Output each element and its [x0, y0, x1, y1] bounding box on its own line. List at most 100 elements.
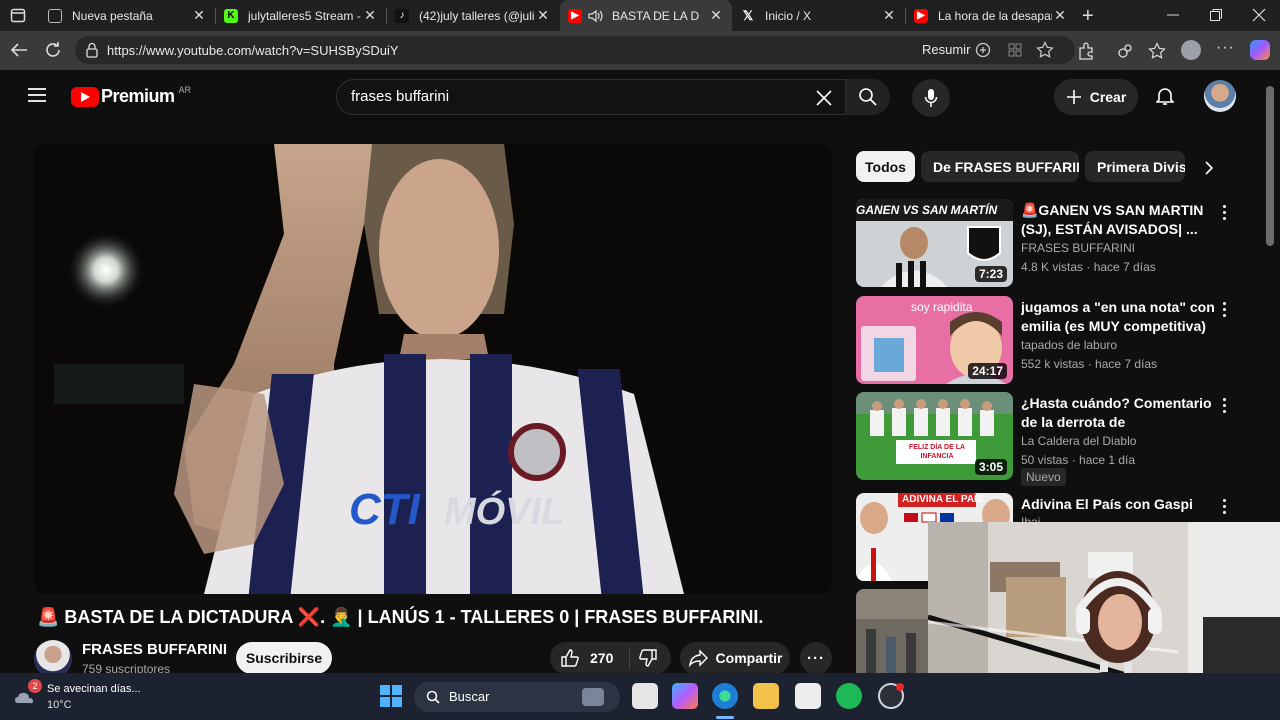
search-query[interactable]: frases buffarini [351, 88, 449, 105]
thumbnail-text: soy rapidita [911, 300, 973, 314]
tab-title: BASTA DE LA D [612, 8, 700, 23]
close-tab-icon[interactable]: ✕ [535, 7, 551, 24]
video-thumbnail[interactable]: GANEN VS SAN MARTÍN 7:23 [856, 199, 1013, 287]
address-bar[interactable]: https://www.youtube.com/watch?v=SUHSBySD… [75, 36, 1075, 64]
profile-avatar[interactable] [1181, 40, 1201, 60]
recommendation-item[interactable]: soy rapidita 24:17 jugamos a "en una not… [856, 296, 1276, 386]
favorite-star-icon[interactable] [1036, 41, 1054, 59]
windows-start-icon[interactable] [380, 685, 402, 707]
resumir-button[interactable]: Resumir [922, 42, 970, 57]
video-title[interactable]: Adivina El País con Gaspi [1021, 495, 1216, 514]
menu-icon[interactable] [28, 88, 46, 102]
video-title: 🚨 BASTA DE LA DICTADURA ❌. 🤦‍♂️ | LANÚS … [37, 607, 764, 627]
url-text[interactable]: https://www.youtube.com/watch?v=SUHSBySD… [107, 43, 399, 58]
channel-avatar[interactable] [34, 640, 72, 673]
more-actions-icon[interactable] [1216, 497, 1232, 515]
task-view-icon[interactable] [632, 683, 658, 709]
chevron-right-icon[interactable] [1204, 161, 1214, 175]
more-menu-icon[interactable]: ··· [1216, 39, 1235, 57]
subscriber-count: 759 suscriptores [82, 662, 171, 673]
close-tab-icon[interactable]: ✕ [362, 7, 378, 24]
tab-title: Nueva pestaña [72, 8, 153, 23]
taskbar-search[interactable]: Buscar [414, 682, 620, 712]
channel-name[interactable]: FRASES BUFFARINI [82, 641, 227, 658]
like-button[interactable]: 270 [550, 647, 630, 669]
weather-badge: 2 [28, 679, 42, 693]
account-avatar[interactable] [1204, 80, 1236, 112]
subscribe-button[interactable]: Suscribirse [236, 642, 332, 673]
video-player[interactable]: CTI MÓVIL [34, 144, 832, 594]
new-tab-button[interactable]: + [1082, 5, 1094, 28]
chip-primera-division[interactable]: Primera Divisi [1085, 151, 1185, 182]
summarize-icon[interactable] [975, 42, 991, 58]
duration-badge: 3:05 [974, 459, 1007, 475]
minimize-button[interactable] [1166, 6, 1180, 24]
active-app-indicator [716, 716, 734, 719]
video-title[interactable]: 🚨GANEN VS SAN MARTIN (SJ), ESTÁN AVISADO… [1021, 201, 1216, 239]
create-button[interactable]: Crear [1054, 79, 1138, 115]
maximize-button[interactable] [1209, 8, 1223, 22]
browser-essentials-icon[interactable] [1117, 43, 1133, 59]
more-actions-icon[interactable] [1216, 300, 1232, 318]
page-scrollbar-thumb[interactable] [1266, 86, 1274, 246]
speaker-icon[interactable] [588, 9, 604, 23]
search-input[interactable]: frases buffarini [336, 79, 846, 115]
back-arrow-icon[interactable] [10, 42, 28, 58]
copilot-icon[interactable] [1250, 40, 1270, 60]
collections-icon[interactable] [1148, 42, 1166, 60]
copilot-taskbar-icon[interactable] [672, 683, 698, 709]
clear-search-icon[interactable] [815, 89, 833, 107]
close-tab-icon[interactable]: ✕ [1052, 7, 1068, 24]
close-tab-icon[interactable]: ✕ [881, 7, 897, 24]
close-tab-icon[interactable]: ✕ [708, 7, 724, 24]
tab-x-inicio[interactable]: 𝕏 Inicio / X ✕ [733, 0, 905, 31]
apps-icon[interactable] [1007, 42, 1023, 58]
voice-search-button[interactable] [912, 79, 950, 117]
tab-tiktok[interactable]: ♪ (42)july talleres (@juli ✕ [387, 0, 559, 31]
spotify-icon[interactable] [836, 683, 862, 709]
channel-name[interactable]: tapados de laburo [1021, 338, 1117, 352]
microsoft-store-icon[interactable] [795, 683, 821, 709]
close-window-button[interactable] [1252, 8, 1266, 22]
recommendation-item[interactable]: GANEN VS SAN MARTÍN 7:23 🚨GANEN VS SAN M… [856, 199, 1276, 289]
new-tab-icon [48, 8, 62, 23]
channel-name[interactable]: FRASES BUFFARINI [1021, 241, 1135, 255]
video-meta: 552 k vistas · hace 7 días [1021, 357, 1158, 371]
more-actions-icon[interactable] [1216, 203, 1232, 221]
file-explorer-icon[interactable] [753, 683, 779, 709]
chip-channel[interactable]: De FRASES BUFFARINI [921, 151, 1079, 182]
chip-todos[interactable]: Todos [856, 151, 915, 182]
tab-youtube-active[interactable]: ▶ BASTA DE LA D ✕ [560, 0, 732, 31]
site-info-icon[interactable] [85, 42, 99, 58]
thumbs-down-icon [639, 649, 657, 667]
duration-badge: 24:17 [968, 363, 1007, 379]
tab-nueva-pestana[interactable]: Nueva pestaña ✕ [40, 0, 215, 31]
tab-youtube-2[interactable]: ▶ La hora de la desaparic ✕ [906, 0, 1076, 31]
tab-actions-icon[interactable] [10, 8, 26, 23]
recommendation-item[interactable]: FELIZ DÍA DE LA INFANCIA 3:05 ¿Hasta cuá… [856, 392, 1276, 486]
tab-title: La hora de la desaparic [938, 8, 1052, 23]
more-actions-button[interactable]: ··· [800, 642, 832, 673]
video-thumbnail[interactable] [856, 589, 928, 673]
weather-widget[interactable]: 2 [14, 679, 42, 707]
video-frame[interactable]: CTI MÓVIL [34, 144, 832, 594]
svg-text:CTI: CTI [349, 485, 421, 534]
dislike-button[interactable] [630, 648, 658, 668]
weather-text[interactable]: Se avecinan días... [47, 683, 141, 695]
search-button[interactable] [846, 79, 890, 115]
share-button[interactable]: Compartir [680, 642, 790, 673]
edge-browser-icon[interactable] [712, 683, 738, 709]
channel-name[interactable]: La Caldera del Diablo [1021, 434, 1136, 448]
close-tab-icon[interactable]: ✕ [191, 7, 207, 24]
video-thumbnail[interactable]: soy rapidita 24:17 [856, 296, 1013, 384]
reload-icon[interactable] [44, 41, 62, 59]
video-thumbnail[interactable]: FELIZ DÍA DE LA INFANCIA 3:05 [856, 392, 1013, 480]
video-title[interactable]: jugamos a "en una nota" con emilia (es M… [1021, 298, 1216, 336]
more-actions-icon[interactable] [1216, 396, 1232, 414]
extensions-icon[interactable] [1077, 42, 1095, 60]
tab-kick-stream[interactable]: K julytalleres5 Stream - V ✕ [216, 0, 386, 31]
notifications-bell-icon[interactable] [1156, 86, 1174, 106]
youtube-logo[interactable]: Premium AR [71, 85, 191, 107]
video-title[interactable]: ¿Hasta cuándo? Comentario de la derrota … [1021, 394, 1216, 432]
tab-title: Inicio / X [765, 8, 812, 23]
